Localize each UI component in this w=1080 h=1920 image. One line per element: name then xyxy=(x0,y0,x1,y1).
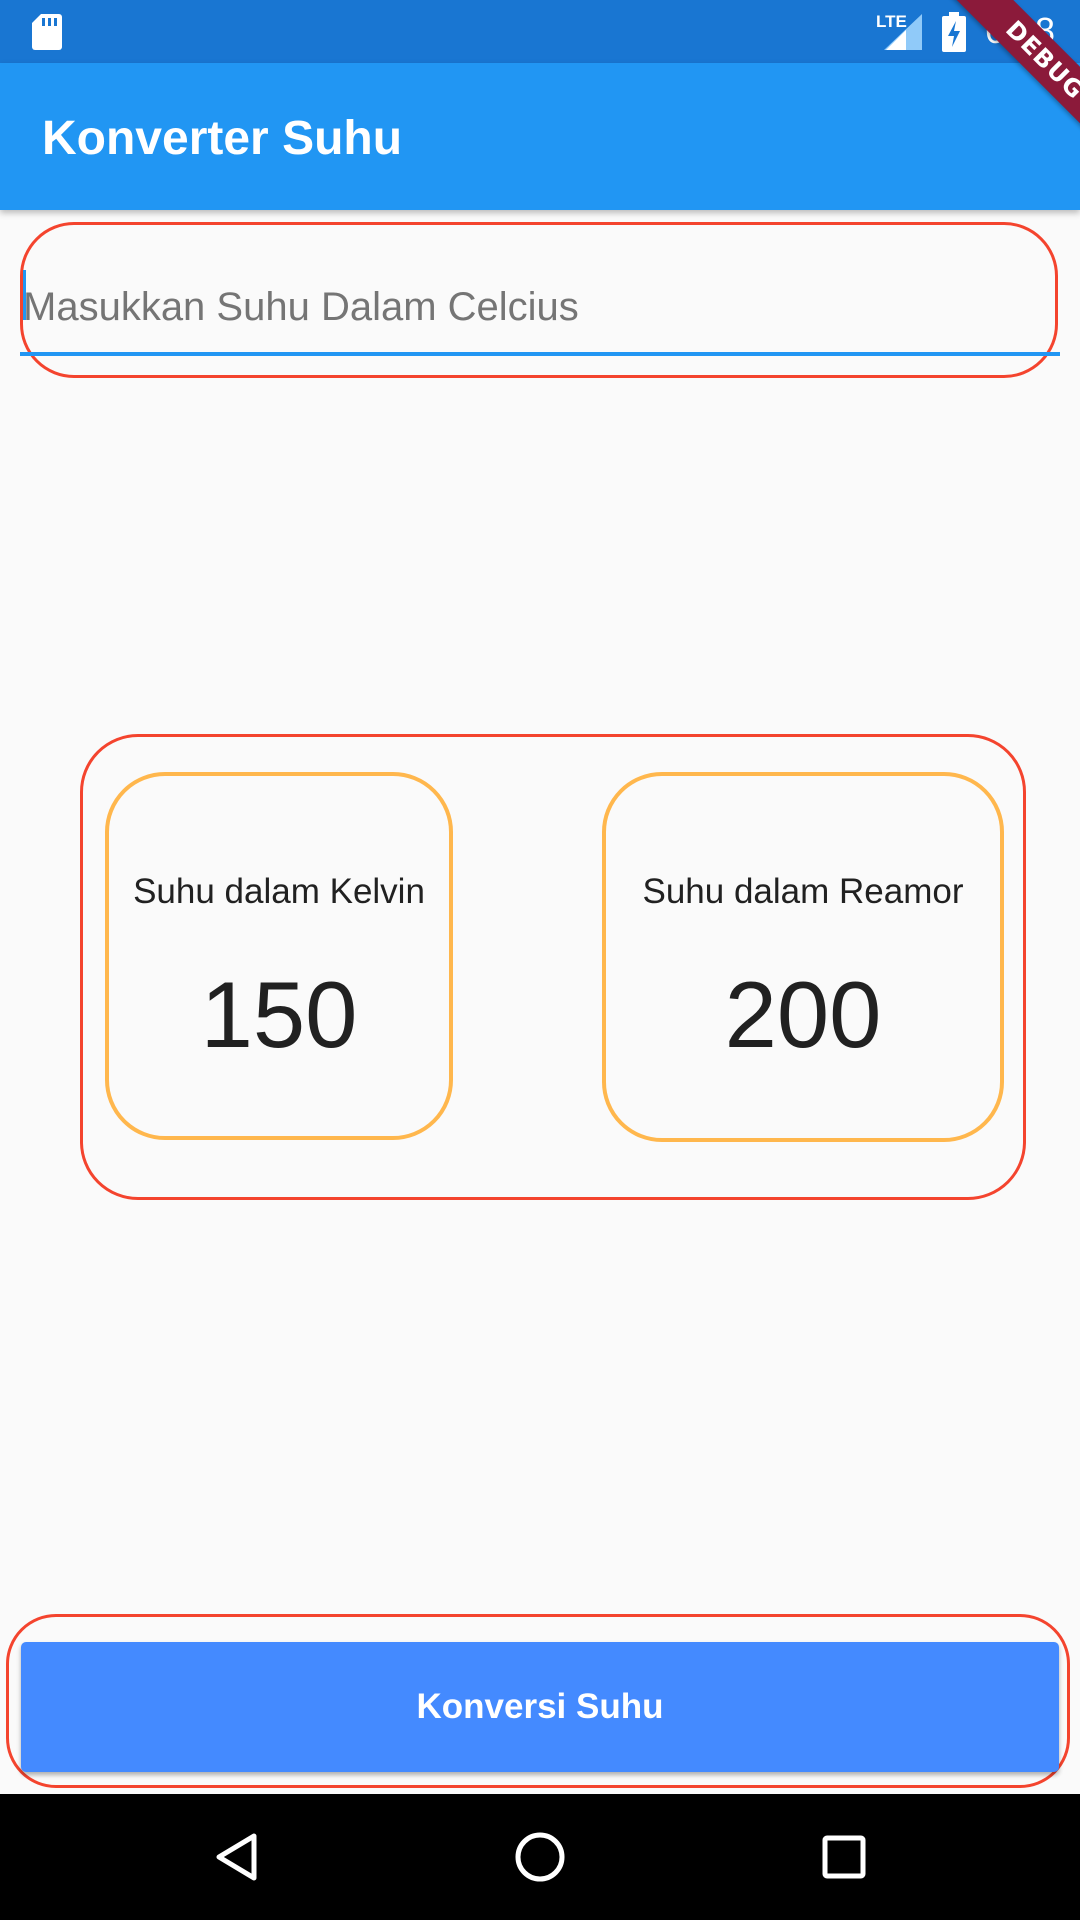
recents-button[interactable] xyxy=(784,1794,904,1920)
convert-button[interactable]: Konversi Suhu xyxy=(21,1642,1059,1772)
celsius-input[interactable] xyxy=(20,262,1060,356)
recents-icon xyxy=(822,1835,866,1879)
home-button[interactable] xyxy=(480,1794,600,1920)
battery-charging-icon xyxy=(942,12,966,52)
app-screen: LTE 6:18 Konverter Suhu DEBUG Suhu dalam… xyxy=(0,0,1080,1920)
back-button[interactable] xyxy=(176,1794,296,1920)
app-bar: Konverter Suhu xyxy=(0,63,1080,210)
text-cursor xyxy=(23,270,26,320)
sd-card-icon xyxy=(32,14,62,50)
app-title: Konverter Suhu xyxy=(42,112,403,165)
status-bar: LTE 6:18 xyxy=(0,0,1080,63)
back-icon xyxy=(216,1833,257,1881)
reamor-result-card: Suhu dalam Reamor 200 xyxy=(602,772,1004,1142)
reamor-value: 200 xyxy=(724,962,882,1067)
navigation-bar xyxy=(0,1794,1080,1920)
home-icon xyxy=(515,1832,565,1882)
kelvin-value: 150 xyxy=(200,962,358,1067)
reamor-label: Suhu dalam Reamor xyxy=(642,872,964,911)
kelvin-result-card: Suhu dalam Kelvin 150 xyxy=(105,772,453,1140)
signal-icon xyxy=(884,14,922,50)
kelvin-label: Suhu dalam Kelvin xyxy=(133,872,425,911)
